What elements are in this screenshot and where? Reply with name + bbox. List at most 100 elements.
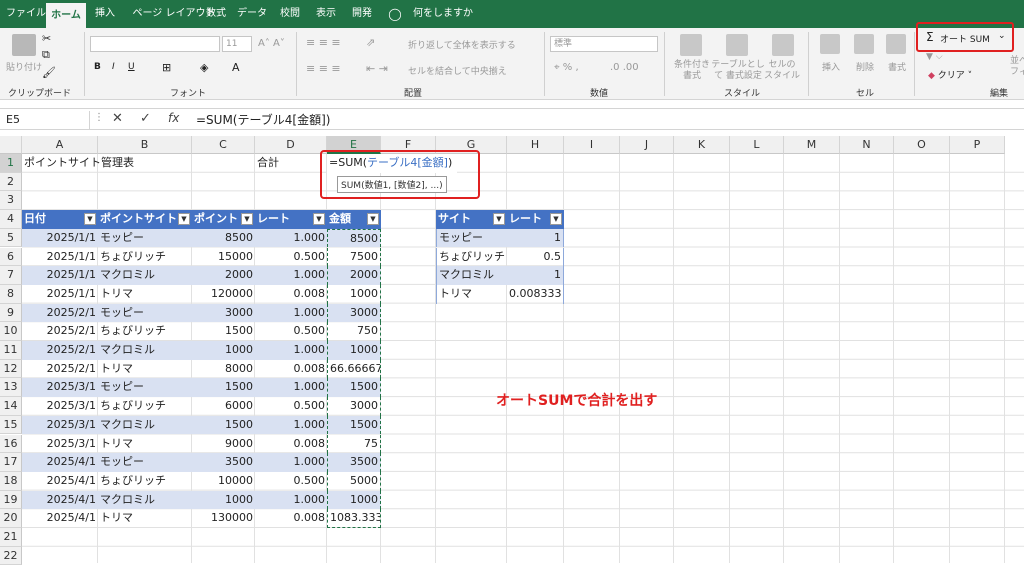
table-cell[interactable]: 3000	[192, 303, 255, 323]
rate-table-cell[interactable]: 0.5	[507, 247, 564, 267]
table-cell[interactable]: モッピー	[98, 228, 192, 248]
table-cell[interactable]: 0.008	[255, 435, 327, 454]
cell-styles-button[interactable]: セルの スタイル	[764, 60, 800, 82]
format-painter-icon[interactable]: 🖌	[42, 66, 56, 79]
table-cell[interactable]: ちょびリッチ	[98, 322, 192, 341]
table-cell[interactable]: 6000	[192, 397, 255, 416]
table-cell[interactable]: 1500	[192, 415, 255, 435]
table-cell[interactable]: 2025/3/1	[22, 415, 98, 435]
table-cell[interactable]: 0.500	[255, 248, 327, 267]
table-cell[interactable]: 8500	[192, 228, 255, 248]
filter-dropdown-icon[interactable]: ▼	[178, 213, 190, 226]
table-cell[interactable]: 2025/4/1	[22, 453, 98, 472]
decimal-icon[interactable]: .0 .00	[610, 62, 639, 73]
filter-dropdown-icon[interactable]: ▼	[313, 213, 325, 226]
bold-icon[interactable]: B	[94, 62, 101, 72]
table-cell[interactable]: 2025/3/1	[22, 378, 98, 398]
rate-table-cell[interactable]: 0.008333	[507, 284, 564, 304]
filter-dropdown-icon[interactable]: ▼	[550, 213, 562, 226]
table-header-cell[interactable]: 日付 ▼	[22, 210, 98, 229]
table-cell[interactable]: 0.500	[255, 472, 327, 491]
table-cell[interactable]: ちょびリッチ	[98, 248, 192, 267]
table-cell[interactable]: 2025/2/1	[22, 341, 98, 360]
tab-home[interactable]: ホーム	[46, 3, 86, 28]
table-cell[interactable]: モッピー	[98, 303, 192, 323]
table-cell[interactable]: マクロミル	[98, 341, 192, 360]
delete-cells-icon[interactable]	[854, 34, 874, 54]
fill-color-icon[interactable]: ◈	[200, 61, 208, 74]
underline-icon[interactable]: U	[128, 62, 135, 72]
fill-icon[interactable]: ▼ ⌵	[926, 52, 943, 62]
table-cell[interactable]: 1.000	[255, 228, 327, 248]
number-format-combo[interactable]: 標準	[550, 36, 658, 52]
table-cell[interactable]: 1.000	[255, 490, 327, 510]
table-cell[interactable]: 10000	[192, 472, 255, 491]
paste-label[interactable]: 貼り付け	[6, 60, 42, 73]
table-cell[interactable]: マクロミル	[98, 266, 192, 285]
filter-dropdown-icon[interactable]: ▼	[241, 213, 253, 226]
table-cell[interactable]: トリマ	[98, 360, 192, 379]
table-cell[interactable]: 2025/1/1	[22, 285, 98, 304]
table-cell[interactable]: 1500	[192, 378, 255, 398]
wrap-text-button[interactable]: 折り返して全体を表示する	[408, 38, 516, 51]
table-cell[interactable]: 7500	[327, 247, 381, 267]
table-cell[interactable]: 3500	[192, 453, 255, 472]
orientation-icon[interactable]: ⇗	[366, 36, 375, 49]
conditional-format-icon[interactable]	[680, 34, 702, 56]
table-header-cell[interactable]: ポイント ▼	[192, 210, 255, 229]
table-cell[interactable]: 2025/3/1	[22, 397, 98, 416]
filter-dropdown-icon[interactable]: ▼	[84, 213, 96, 226]
font-size-combo[interactable]: 11	[222, 36, 252, 52]
merge-center-button[interactable]: セルを結合して中央揃え	[408, 64, 507, 77]
insert-cells-button[interactable]: 挿入	[822, 60, 840, 73]
rate-table-header-cell[interactable]: サイト ▼	[436, 210, 507, 229]
filter-dropdown-icon[interactable]: ▼	[367, 213, 379, 226]
rate-table-cell[interactable]: 1	[507, 266, 564, 285]
table-cell[interactable]: 1000	[192, 490, 255, 510]
table-cell[interactable]: 1000	[192, 341, 255, 360]
tab-file[interactable]: ファイル	[6, 0, 46, 28]
rate-table-cell[interactable]: 1	[507, 228, 564, 248]
table-cell[interactable]: モッピー	[98, 453, 192, 472]
table-cell[interactable]: 3000	[327, 397, 381, 416]
sort-filter-button[interactable]: 並べ フィ	[1010, 56, 1024, 78]
table-cell[interactable]: 8000	[192, 360, 255, 379]
table-cell[interactable]: 0.008	[255, 509, 327, 528]
font-name-combo[interactable]	[90, 36, 220, 52]
table-cell[interactable]: 1000	[327, 490, 381, 510]
rate-table-cell[interactable]: マクロミル	[436, 266, 507, 285]
indent-icon[interactable]: ⇤ ⇥	[366, 62, 388, 75]
table-cell[interactable]: 2025/3/1	[22, 435, 98, 454]
tab-insert[interactable]: 挿入	[90, 0, 120, 28]
table-cell[interactable]: ちょびリッチ	[98, 472, 192, 491]
table-cell[interactable]: 1500	[327, 415, 381, 435]
table-cell[interactable]: 8500	[327, 228, 381, 248]
italic-icon[interactable]: I	[112, 62, 115, 72]
filter-dropdown-icon[interactable]: ▼	[493, 213, 505, 226]
table-cell[interactable]: 2025/4/1	[22, 509, 98, 528]
table-cell[interactable]: トリマ	[98, 435, 192, 454]
table-cell[interactable]: 1500	[327, 378, 381, 398]
copy-icon[interactable]: ⧉	[42, 48, 50, 62]
table-cell[interactable]: トリマ	[98, 285, 192, 304]
table-cell[interactable]: 0.500	[255, 397, 327, 416]
table-cell[interactable]: 2025/2/1	[22, 360, 98, 379]
format-cells-icon[interactable]	[886, 34, 906, 54]
table-header-cell[interactable]: 金額 ▼	[327, 210, 381, 229]
table-cell[interactable]: 3500	[327, 453, 381, 472]
tab-data[interactable]: データ	[236, 0, 268, 28]
font-color-icon[interactable]: A	[232, 61, 240, 74]
table-cell[interactable]: モッピー	[98, 378, 192, 398]
table-cell[interactable]: 75	[327, 434, 381, 454]
table-cell[interactable]: 1000	[327, 341, 381, 360]
tab-view[interactable]: 表示	[310, 0, 342, 28]
rate-table-cell[interactable]: モッピー	[436, 228, 507, 248]
table-cell[interactable]: 9000	[192, 435, 255, 454]
table-cell[interactable]: 2000	[327, 266, 381, 285]
table-cell[interactable]: トリマ	[98, 509, 192, 528]
currency-icon[interactable]: ⌖ % ,	[554, 62, 579, 73]
format-as-table-button[interactable]: テーブルとして 書式設定	[710, 60, 766, 82]
rate-table-cell[interactable]: トリマ	[436, 284, 507, 304]
tab-review[interactable]: 校閲	[274, 0, 306, 28]
table-cell[interactable]: 1.000	[255, 303, 327, 323]
